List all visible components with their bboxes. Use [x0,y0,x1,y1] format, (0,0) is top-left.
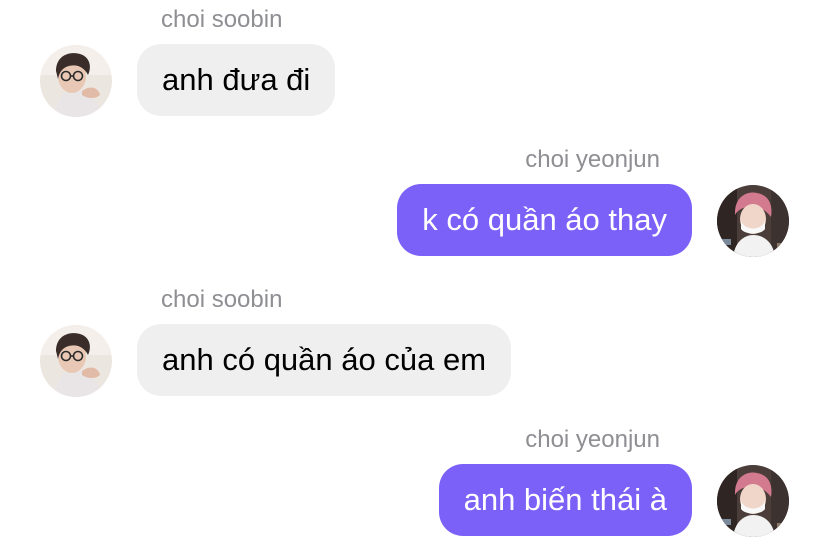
message-bubble-incoming[interactable]: anh có quần áo của em [137,324,512,396]
avatar-yeonjun-image [717,465,789,537]
message-text: k có quần áo thay [422,202,667,237]
message-text: anh có quần áo của em [162,342,487,377]
avatar-soobin-image [40,325,112,397]
avatar-yeonjun[interactable] [717,185,789,257]
avatar-yeonjun-image [717,185,789,257]
sender-name: choi yeonjun [525,146,660,173]
avatar-soobin[interactable] [40,45,112,117]
sender-name: choi soobin [161,286,283,313]
message-text: anh biến thái à [463,482,667,517]
sender-name: choi yeonjun [525,426,660,453]
avatar-yeonjun[interactable] [717,465,789,537]
message-bubble-outgoing[interactable]: k có quần áo thay [397,184,692,256]
sender-name: choi soobin [161,6,283,33]
message-bubble-incoming[interactable]: anh đưa đi [137,44,336,116]
avatar-soobin-image [40,45,112,117]
message-text: anh đưa đi [162,62,311,97]
avatar-soobin[interactable] [40,325,112,397]
message-bubble-outgoing[interactable]: anh biến thái à [438,464,692,536]
